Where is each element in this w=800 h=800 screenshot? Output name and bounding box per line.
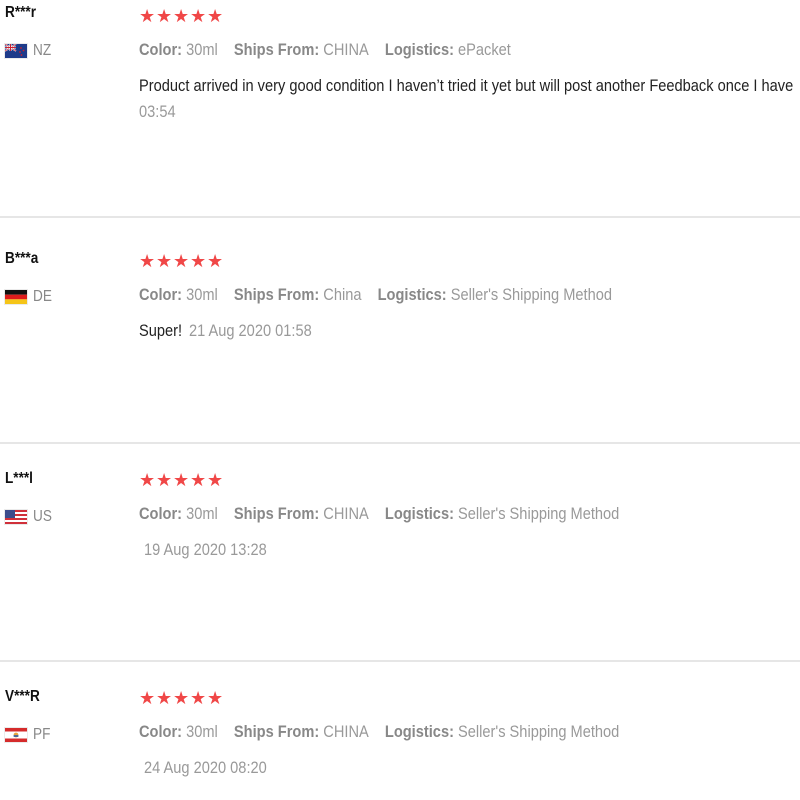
star-icon: ★ xyxy=(190,469,207,490)
logistics-label: Logistics: xyxy=(384,40,454,59)
ships-from-value: China xyxy=(323,285,362,304)
country-code: US xyxy=(33,508,52,525)
review-item: V***R PF ★ ★ ★ ★ ★ Color: 30ml Ships Fro… xyxy=(0,662,800,800)
color-label: Color: xyxy=(139,504,183,523)
review-content: ★ ★ ★ ★ ★ Color: 30ml Ships From: CHINA … xyxy=(139,688,800,778)
reviewer-country: DE xyxy=(5,288,55,306)
review-content: ★ ★ ★ ★ ★ Color: 30ml Ships From: CHINA … xyxy=(139,470,800,560)
star-icon: ★ xyxy=(139,250,156,271)
reviewer-name: B***a xyxy=(5,250,39,267)
star-icon: ★ xyxy=(139,469,156,490)
reviewer-info: B***a DE xyxy=(5,250,55,306)
star-icon: ★ xyxy=(173,5,190,26)
color-label: Color: xyxy=(139,285,183,304)
star-icon: ★ xyxy=(139,5,156,26)
star-icon: ★ xyxy=(156,687,173,708)
star-icon: ★ xyxy=(173,250,190,271)
star-icon: ★ xyxy=(156,5,173,26)
logistics-value: Seller's Shipping Method xyxy=(450,285,612,304)
ships-from-label: Ships From: xyxy=(233,722,320,741)
ships-from-label: Ships From: xyxy=(233,504,320,523)
logistics-value: ePacket xyxy=(458,40,511,59)
logistics-label: Logistics: xyxy=(384,504,454,523)
order-details: Color: 30ml Ships From: China Logistics:… xyxy=(139,285,707,305)
star-icon: ★ xyxy=(207,687,224,708)
review-date: 21 Aug 2020 01:58 xyxy=(188,321,312,340)
review-content: ★ ★ ★ ★ ★ Color: 30ml Ships From: CHINA … xyxy=(139,6,800,122)
star-icon: ★ xyxy=(207,250,224,271)
color-label: Color: xyxy=(139,40,183,59)
review-text: Super! xyxy=(139,321,183,340)
review-text: Product arrived in very good condition I… xyxy=(139,76,794,95)
nz-flag-icon xyxy=(5,44,27,58)
ships-from-label: Ships From: xyxy=(233,40,320,59)
star-icon: ★ xyxy=(156,469,173,490)
reviewer-name: V***R xyxy=(5,688,40,705)
star-rating: ★ ★ ★ ★ ★ xyxy=(139,688,800,708)
country-code: NZ xyxy=(33,42,52,59)
logistics-label: Logistics: xyxy=(384,722,454,741)
logistics-value: Seller's Shipping Method xyxy=(458,722,620,741)
star-icon: ★ xyxy=(156,250,173,271)
color-value: 30ml xyxy=(186,285,218,304)
star-icon: ★ xyxy=(207,469,224,490)
star-icon: ★ xyxy=(190,687,207,708)
us-flag-icon xyxy=(5,510,27,524)
review-date: 19 Aug 2020 13:28 xyxy=(144,540,267,559)
reviewer-info: L***l US xyxy=(5,470,55,526)
ships-from-value: CHINA xyxy=(323,722,369,741)
ships-from-label: Ships From: xyxy=(233,285,320,304)
order-details: Color: 30ml Ships From: CHINA Logistics:… xyxy=(139,504,707,524)
ships-from-value: CHINA xyxy=(323,40,369,59)
star-rating: ★ ★ ★ ★ ★ xyxy=(139,470,800,490)
order-details: Color: 30ml Ships From: CHINA Logistics:… xyxy=(139,40,707,60)
order-details: Color: 30ml Ships From: CHINA Logistics:… xyxy=(139,722,707,742)
star-icon: ★ xyxy=(173,469,190,490)
star-rating: ★ ★ ★ ★ ★ xyxy=(139,251,800,271)
de-flag-icon xyxy=(5,290,27,304)
review-body: Super! 21 Aug 2020 01:58 xyxy=(139,321,800,341)
country-code: DE xyxy=(33,288,52,305)
review-item: L***l US ★ ★ ★ ★ ★ Color: 30ml Ships Fro… xyxy=(0,444,800,662)
reviewer-name: L***l xyxy=(5,470,33,487)
review-item: R***r NZ ★ ★ ★ ★ ★ Color: 30ml Ships Fro… xyxy=(0,0,800,218)
reviewer-info: R***r NZ xyxy=(5,4,54,60)
reviewer-country: US xyxy=(5,508,55,526)
reviewer-country: NZ xyxy=(5,42,54,60)
star-icon: ★ xyxy=(173,687,190,708)
star-icon: ★ xyxy=(190,250,207,271)
color-value: 30ml xyxy=(186,504,218,523)
reviewer-country: PF xyxy=(5,726,53,744)
reviewer-name: R***r xyxy=(5,4,36,21)
pf-flag-icon xyxy=(5,728,27,742)
country-code: PF xyxy=(33,726,51,743)
review-content: ★ ★ ★ ★ ★ Color: 30ml Ships From: China … xyxy=(139,251,800,341)
review-item: B***a DE ★ ★ ★ ★ ★ Color: 30ml Ships Fro… xyxy=(0,225,800,444)
star-rating: ★ ★ ★ ★ ★ xyxy=(139,6,800,26)
color-value: 30ml xyxy=(186,722,218,741)
star-icon: ★ xyxy=(190,5,207,26)
logistics-value: Seller's Shipping Method xyxy=(458,504,620,523)
reviewer-info: V***R PF xyxy=(5,688,53,744)
color-label: Color: xyxy=(139,722,183,741)
star-icon: ★ xyxy=(139,687,156,708)
color-value: 30ml xyxy=(186,40,218,59)
star-icon: ★ xyxy=(207,5,224,26)
review-date: 24 Aug 2020 08:20 xyxy=(144,758,267,777)
review-date: 03:54 xyxy=(139,102,176,121)
ships-from-value: CHINA xyxy=(323,504,369,523)
logistics-label: Logistics: xyxy=(377,285,447,304)
